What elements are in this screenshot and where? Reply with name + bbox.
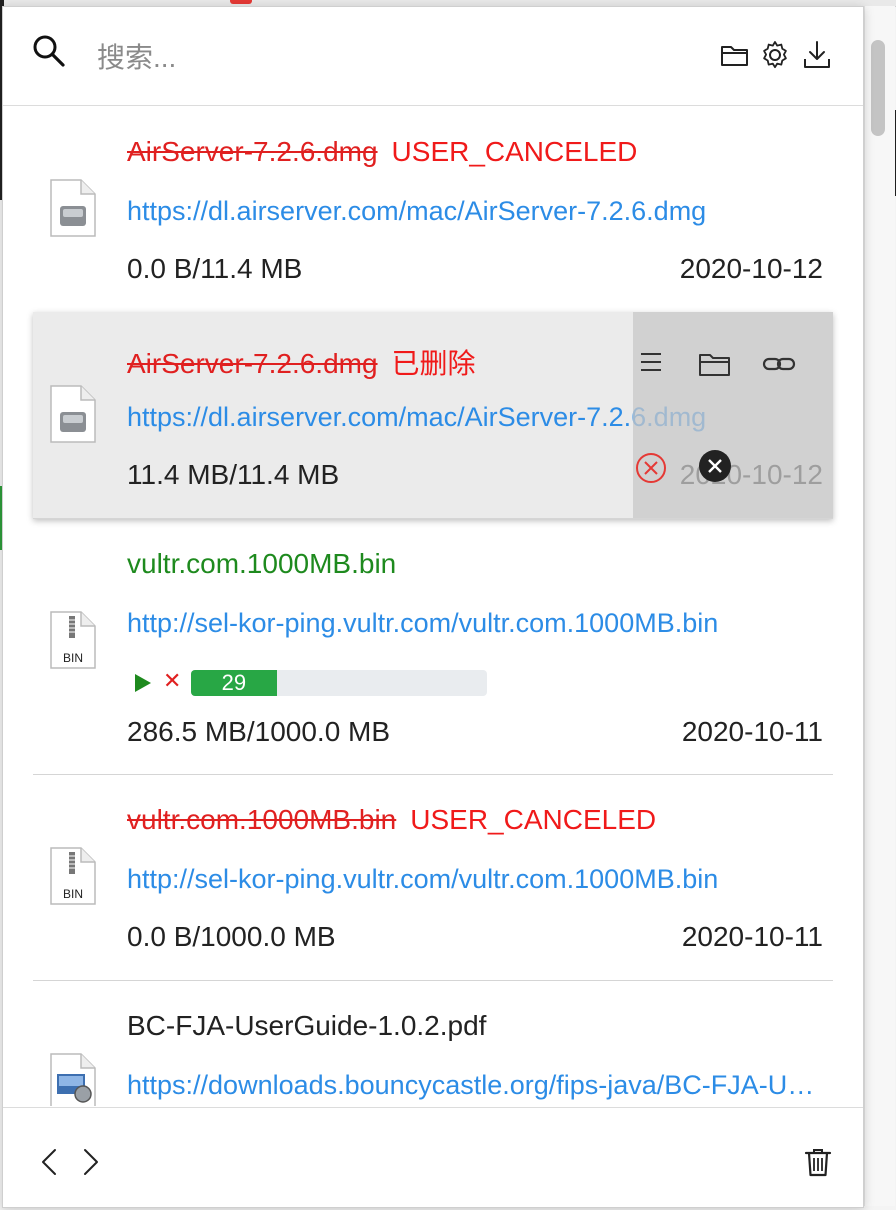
progress-bar: 29 [191,670,487,696]
open-folder-icon[interactable] [697,346,733,382]
file-name[interactable]: AirServer-7.2.6.dmg [127,136,378,167]
file-name-row: vultr.com.1000MB.bin [127,548,396,580]
trash-icon[interactable] [803,1146,833,1178]
download-date: 2020-10-12 [679,253,823,284]
file-url-link[interactable]: http://sel-kor-ping.vultr.com/vultr.com.… [127,864,817,895]
chevron-right-icon[interactable] [77,1146,103,1178]
download-item[interactable]: BIN vultr.com.1000MB.bin USER_CANCELED ht… [33,774,833,981]
cancel-circle-icon[interactable] [633,450,669,486]
link-icon[interactable] [761,346,797,382]
scrollbar[interactable] [864,6,895,1206]
cancel-icon[interactable]: ✕ [163,668,181,694]
status-label: 已删除 [391,348,476,379]
file-name-row: vultr.com.1000MB.bin USER_CANCELED [127,804,656,836]
download-item[interactable]: BIN vultr.com.1000MB.bin http://sel-kor-… [33,518,833,775]
file-name[interactable]: BC-FJA-UserGuide-1.0.2.pdf [127,1010,486,1041]
menu-icon[interactable] [633,344,669,380]
dmg-file-icon [50,385,96,443]
search-input[interactable] [95,35,659,81]
file-type-label: BIN [63,651,83,665]
file-name[interactable]: vultr.com.1000MB.bin [127,804,396,835]
bin-file-icon: BIN [50,611,96,669]
status-label: USER_CANCELED [391,136,638,167]
download-date: 2020-10-11 [681,921,823,952]
progress-bar-fill: 29 [191,670,277,696]
file-size: 286.5 MB/1000.0 MB [127,716,391,747]
file-name[interactable]: AirServer-7.2.6.dmg [127,348,378,379]
tab-indicator [230,0,252,4]
download-item-hovered[interactable]: AirServer-7.2.6.dmg 已删除 https://dl.airser… [33,312,833,519]
bin-file-icon: BIN [50,847,96,905]
header-bar [3,7,863,106]
pdf-file-icon [50,1053,96,1106]
file-url-link[interactable]: https://downloads.bouncycastle.org/fips-… [127,1070,817,1101]
file-size: 0.0 B/11.4 MB [127,253,303,284]
file-name-row: AirServer-7.2.6.dmg USER_CANCELED [127,136,637,168]
download-icon[interactable] [801,39,833,71]
file-name-row: BC-FJA-UserGuide-1.0.2.pdf [127,1010,486,1042]
file-name[interactable]: vultr.com.1000MB.bin [127,548,396,579]
status-label: USER_CANCELED [410,804,657,835]
item-actions-overlay [633,312,833,518]
file-url-link[interactable]: https://dl.airserver.com/mac/AirServer-7… [127,196,817,227]
download-date: 2020-10-11 [681,716,823,747]
file-size: 11.4 MB/11.4 MB [127,459,340,490]
file-type-label: BIN [63,887,83,901]
search-icon [33,35,65,67]
resume-icon[interactable] [133,672,153,694]
folder-icon[interactable] [719,39,751,71]
chevron-left-icon[interactable] [37,1146,63,1178]
download-item[interactable]: AirServer-7.2.6.dmg USER_CANCELED https:/… [33,106,833,313]
file-name-row: AirServer-7.2.6.dmg 已删除 [127,342,476,382]
downloads-popup: AirServer-7.2.6.dmg USER_CANCELED https:/… [2,6,864,1208]
file-url-link[interactable]: http://sel-kor-ping.vultr.com/vultr.com.… [127,608,817,639]
scrollbar-thumb[interactable] [871,40,885,136]
file-size: 0.0 B/1000.0 MB [127,921,336,952]
downloads-list: AirServer-7.2.6.dmg USER_CANCELED https:/… [3,106,863,1106]
remove-icon[interactable] [697,448,733,484]
gear-icon[interactable] [759,39,791,71]
footer-bar [3,1107,863,1207]
dmg-file-icon [50,179,96,237]
download-item[interactable]: BC-FJA-UserGuide-1.0.2.pdf https://downl… [33,980,833,1106]
